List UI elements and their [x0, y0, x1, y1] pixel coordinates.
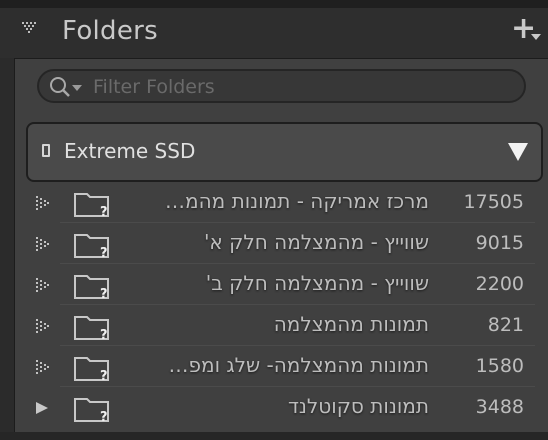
- expand-dotted-icon[interactable]: [35, 277, 49, 293]
- row-divider: [60, 263, 535, 264]
- row-divider: [60, 345, 535, 346]
- filter-folders-box[interactable]: [37, 69, 526, 103]
- row-divider: [60, 304, 535, 305]
- list-item[interactable]: ? תמונות מהמצלמה- שלג ומפ… 1580: [15, 347, 548, 387]
- folder-count: 2200: [475, 273, 524, 295]
- folder-count: 1580: [475, 355, 524, 377]
- list-item[interactable]: ? שווייץ - מהמצלמה חלק א' 9015: [15, 224, 548, 264]
- svg-text:?: ?: [100, 410, 108, 424]
- folder-name: תמונות סקוטלנד: [287, 394, 429, 418]
- folder-count: 3488: [475, 396, 524, 418]
- bottom-divider: [0, 432, 548, 440]
- chevron-down-icon[interactable]: [72, 85, 82, 91]
- svg-text:?: ?: [100, 287, 108, 301]
- folder-name: שווייץ - מהמצלמה חלק א': [203, 230, 429, 254]
- panel-title: Folders: [62, 16, 158, 46]
- top-divider: [0, 0, 548, 8]
- svg-text:?: ?: [100, 205, 108, 219]
- collapse-triangle-icon[interactable]: [22, 22, 36, 36]
- folders-panel: Extreme SSD ? מרכז אמריקה - תמונות מהמ… …: [14, 58, 548, 433]
- folder-name: תמונות מהמצלמה: [273, 312, 429, 336]
- folder-count: 17505: [463, 191, 524, 213]
- row-divider: [60, 222, 535, 223]
- row-divider: [60, 386, 535, 387]
- folder-count: 9015: [475, 232, 524, 254]
- missing-folder-icon: ?: [74, 193, 109, 219]
- list-item[interactable]: ? שווייץ - מהמצלמה חלק ב' 2200: [15, 265, 548, 305]
- svg-text:?: ?: [100, 246, 108, 260]
- missing-folder-icon: ?: [74, 357, 109, 383]
- list-item[interactable]: ? תמונות סקוטלנד 3488: [15, 388, 548, 428]
- folder-name: מרכז אמריקה - תמונות מהמ…: [164, 189, 429, 213]
- svg-text:?: ?: [100, 328, 108, 342]
- folder-count: 821: [487, 314, 524, 336]
- expand-dotted-icon[interactable]: [35, 195, 49, 211]
- expand-dotted-icon[interactable]: [35, 236, 49, 252]
- add-menu-caret-icon[interactable]: [531, 34, 541, 40]
- missing-folder-icon: ?: [74, 398, 109, 424]
- volume-toggle-icon[interactable]: [508, 143, 528, 161]
- volume-name: Extreme SSD: [64, 139, 196, 163]
- missing-folder-icon: ?: [74, 275, 109, 301]
- missing-folder-icon: ?: [74, 234, 109, 260]
- search-icon[interactable]: [49, 76, 71, 98]
- folder-name: תמונות מהמצלמה- שלג ומפ…: [168, 353, 430, 377]
- volume-header[interactable]: Extreme SSD: [26, 122, 543, 182]
- filter-folders-input[interactable]: [91, 74, 515, 100]
- drive-icon: [42, 144, 50, 157]
- expand-triangle-icon[interactable]: [35, 400, 49, 416]
- folders-panel-header[interactable]: Folders +: [0, 8, 548, 58]
- expand-dotted-icon[interactable]: [35, 318, 49, 334]
- missing-folder-icon: ?: [74, 316, 109, 342]
- expand-dotted-icon[interactable]: [35, 359, 49, 375]
- list-item[interactable]: ? תמונות מהמצלמה 821: [15, 306, 548, 346]
- svg-text:?: ?: [100, 369, 108, 383]
- folder-name: שווייץ - מהמצלמה חלק ב': [205, 271, 429, 295]
- list-item[interactable]: ? מרכז אמריקה - תמונות מהמ… 17505: [15, 183, 548, 223]
